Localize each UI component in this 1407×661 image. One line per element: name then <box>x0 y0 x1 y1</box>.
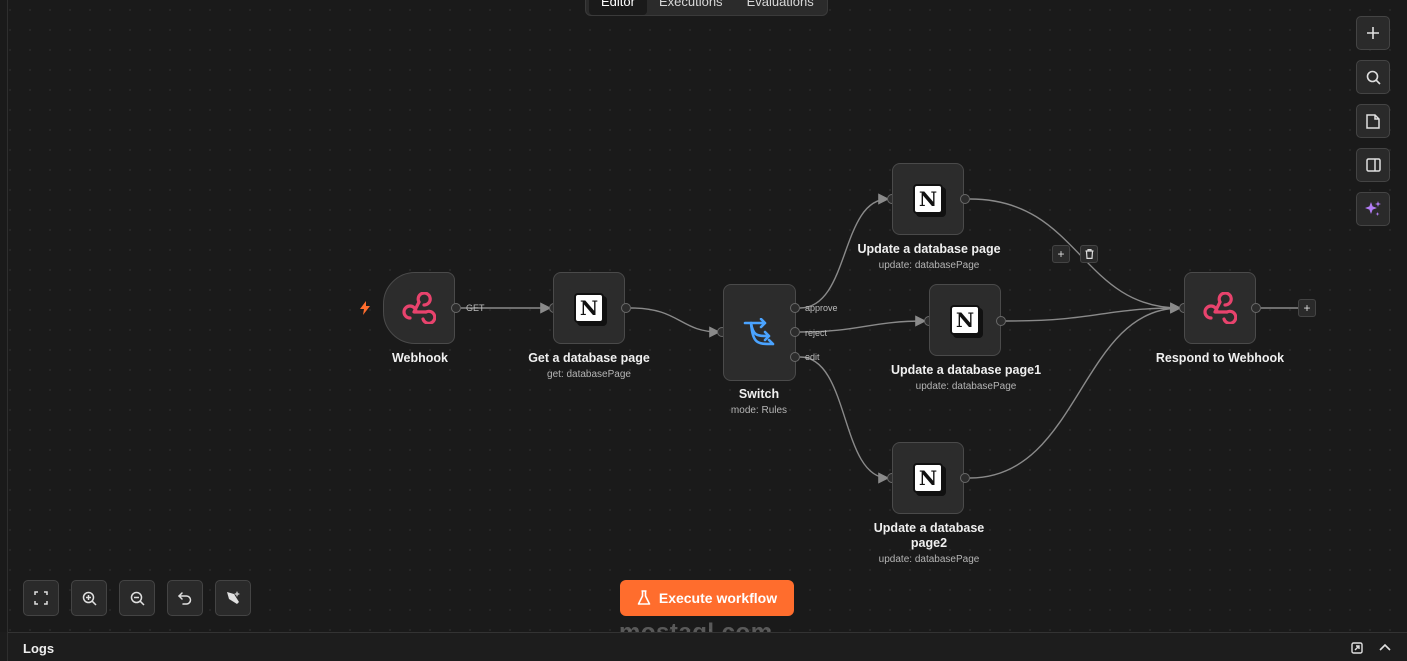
node-subtitle-update-page2: update: databasePage <box>878 554 980 565</box>
zoom-in-button[interactable] <box>71 580 107 616</box>
node-title-switch: Switch <box>738 387 780 401</box>
notion-icon: N <box>574 293 604 323</box>
node-title-get-page: Get a database page <box>528 351 650 365</box>
edge-get-switch <box>630 307 721 338</box>
edge-delete-button[interactable] <box>1080 245 1098 263</box>
add-node-button[interactable] <box>1356 16 1390 50</box>
edge-label-get: GET <box>466 303 485 313</box>
output-port[interactable] <box>996 316 1006 326</box>
output-port-reject[interactable] <box>790 327 800 337</box>
node-respond-to-webhook[interactable] <box>1184 272 1256 344</box>
execute-workflow-button[interactable]: Execute workflow <box>620 580 794 616</box>
node-title-respond: Respond to Webhook <box>1155 351 1285 365</box>
webhook-icon <box>1203 292 1237 324</box>
node-update-database-page1[interactable]: N <box>929 284 1001 356</box>
edge-add-node-button[interactable]: + <box>1052 245 1070 263</box>
node-update-database-page2[interactable]: N <box>892 442 964 514</box>
fit-view-icon <box>34 591 48 605</box>
output-port[interactable] <box>960 194 970 204</box>
webhook-icon <box>402 292 436 324</box>
broom-icon <box>227 591 240 604</box>
plus-icon <box>1367 27 1379 39</box>
flask-icon <box>637 590 651 605</box>
node-get-database-page[interactable]: N <box>553 272 625 344</box>
output-label-approve: approve <box>805 303 838 313</box>
trigger-bolt-icon <box>360 301 370 315</box>
chevron-up-icon[interactable] <box>1379 643 1391 651</box>
edge-update1-respond <box>1005 302 1182 322</box>
output-port[interactable] <box>451 303 461 313</box>
output-port-edit[interactable] <box>790 352 800 362</box>
output-port[interactable] <box>621 303 631 313</box>
output-port[interactable] <box>1251 303 1261 313</box>
add-sticky-note-button[interactable] <box>1356 104 1390 138</box>
search-nodes-button[interactable] <box>1356 60 1390 94</box>
pop-out-icon[interactable] <box>1351 642 1363 654</box>
undo-button[interactable] <box>167 580 203 616</box>
node-title-update-page1: Update a database page1 <box>890 363 1042 377</box>
sparkles-icon <box>1365 201 1381 216</box>
trash-icon <box>1085 249 1093 259</box>
node-title-update-page: Update a database page <box>857 242 1001 256</box>
sticky-note-icon <box>1366 113 1380 129</box>
node-title-update-page2: Update a database page2 <box>873 521 985 550</box>
node-subtitle-update-page: update: databasePage <box>878 260 980 271</box>
output-label-edit: edit <box>805 352 820 362</box>
panel-icon <box>1365 158 1381 172</box>
node-webhook[interactable] <box>383 272 455 344</box>
fit-view-button[interactable] <box>23 580 59 616</box>
zoom-in-icon <box>82 591 97 606</box>
node-switch[interactable] <box>723 284 796 381</box>
tidy-up-button[interactable] <box>215 580 251 616</box>
search-icon <box>1366 70 1381 85</box>
node-subtitle-switch: mode: Rules <box>730 405 788 416</box>
edge-edit-update2 <box>799 356 890 484</box>
ai-assistant-button[interactable] <box>1356 192 1390 226</box>
node-subtitle-update-page1: update: databasePage <box>915 381 1017 392</box>
notion-icon: N <box>913 184 943 214</box>
output-port-approve[interactable] <box>790 303 800 313</box>
toggle-panel-button[interactable] <box>1356 148 1390 182</box>
output-label-reject: reject <box>805 328 828 338</box>
zoom-out-icon <box>130 591 145 606</box>
node-update-database-page[interactable]: N <box>892 163 964 235</box>
node-subtitle-get-page: get: databasePage <box>547 369 631 380</box>
output-port[interactable] <box>960 473 970 483</box>
zoom-out-button[interactable] <box>119 580 155 616</box>
edge-update2-respond <box>969 302 1182 479</box>
notion-icon: N <box>950 305 980 335</box>
add-next-node-button[interactable]: + <box>1298 299 1316 317</box>
logs-label: Logs <box>23 641 55 656</box>
switch-icon <box>743 317 774 345</box>
execute-workflow-label: Execute workflow <box>658 590 778 606</box>
undo-icon <box>178 592 192 605</box>
notion-icon: N <box>913 463 943 493</box>
node-title-webhook: Webhook <box>391 351 449 365</box>
logs-panel[interactable]: Logs <box>8 632 1407 661</box>
